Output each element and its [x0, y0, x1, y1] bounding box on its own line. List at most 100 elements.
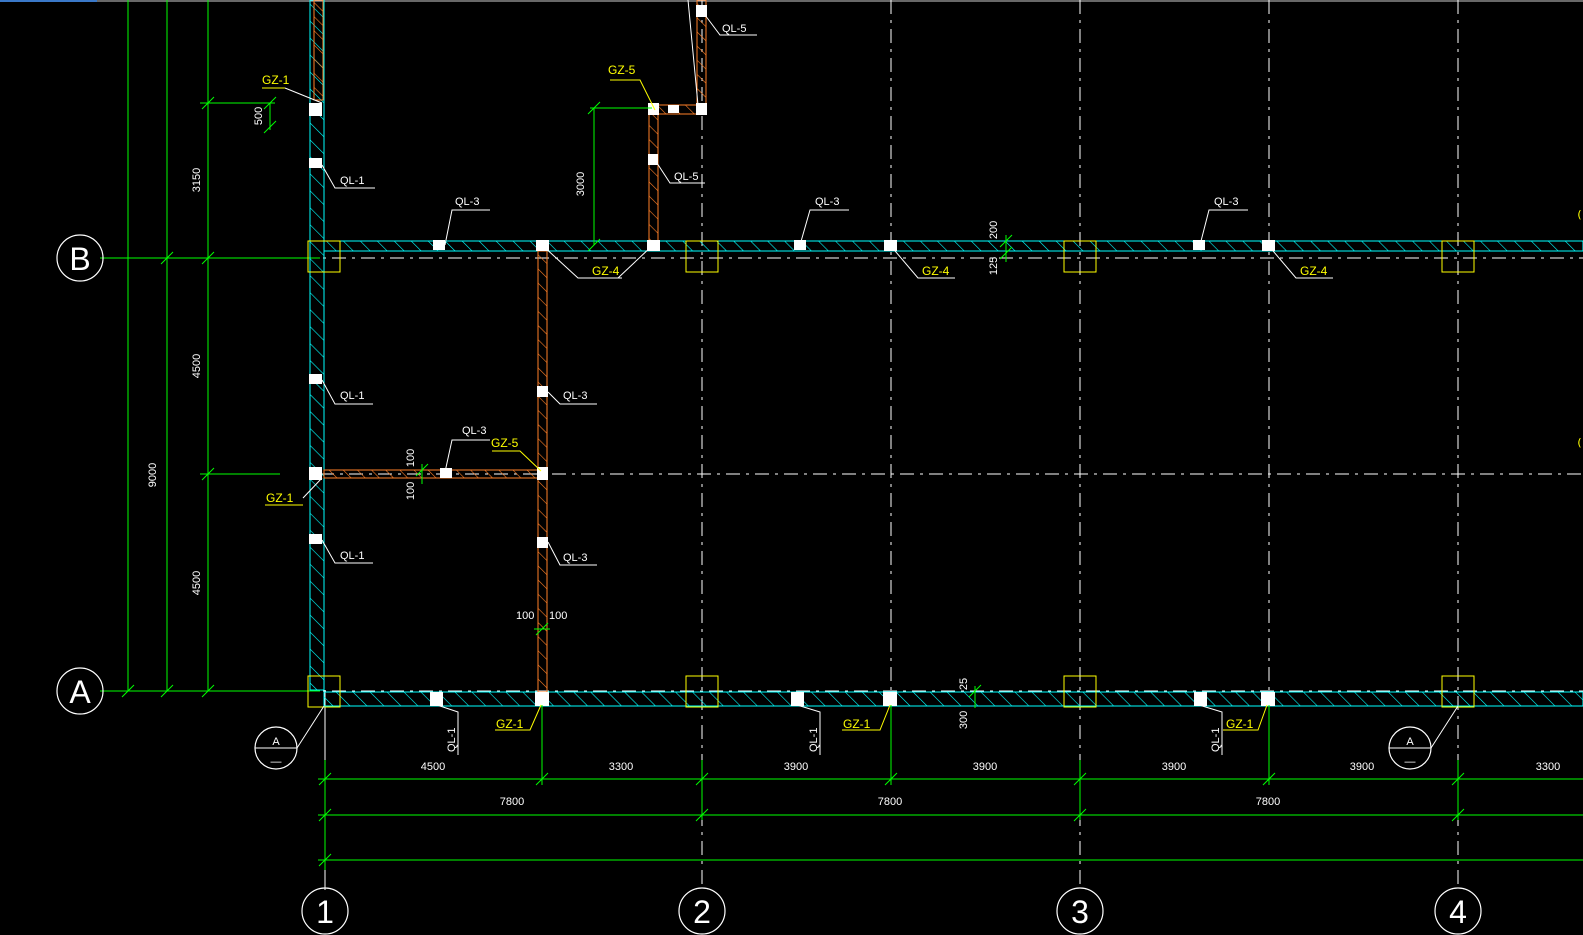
dim-200: 200: [988, 221, 1000, 239]
cad-drawing-canvas[interactable]: 3150 4500 4500 9000 500 B A 1 2 3 4 GZ-1…: [0, 0, 1583, 935]
label-ql3-5: QL-3: [563, 552, 587, 564]
block[interactable]: [537, 537, 548, 548]
white-blocks[interactable]: [309, 5, 1275, 706]
label-gz1-a1: GZ-1: [496, 717, 524, 731]
dim-bottom-3900a: 3900: [784, 761, 808, 773]
dim-bottom-3900b: 3900: [973, 761, 997, 773]
label-ql3-1: QL-3: [455, 196, 479, 208]
block[interactable]: [696, 103, 707, 115]
block[interactable]: [1193, 240, 1205, 250]
axis-bubble-B[interactable]: B: [56, 234, 104, 282]
label-gz5-mid: GZ-5: [491, 436, 519, 450]
label-gz1-a3: GZ-1: [1226, 717, 1254, 731]
wall-axis-B[interactable]: [323, 240, 1583, 252]
dim-bottom-7800b: 7800: [878, 796, 902, 808]
viewport-tab[interactable]: [0, 0, 97, 2]
dim-bottom-3300b: 3300: [1536, 761, 1560, 773]
dim-3000: 3000: [575, 172, 587, 196]
section-label-bottom: —: [1405, 756, 1416, 768]
label-ql3-4: QL-3: [563, 390, 587, 402]
label-ql1-c: QL-1: [340, 550, 364, 562]
label-gz1-a2: GZ-1: [843, 717, 871, 731]
label-ql5-mid: QL-5: [674, 171, 698, 183]
block[interactable]: [537, 386, 548, 397]
label-gz4-3: GZ-4: [1300, 264, 1328, 278]
block[interactable]: [648, 154, 658, 165]
label-ql3-3: QL-3: [1214, 196, 1238, 208]
axis-label-1: 1: [316, 894, 334, 930]
block[interactable]: [309, 534, 322, 544]
edge-fragment: (: [1576, 208, 1583, 221]
section-marker-left[interactable]: A —: [254, 705, 325, 770]
block[interactable]: [1194, 692, 1207, 706]
label-gz4-1: GZ-4: [592, 264, 620, 278]
label-ql1-v2: QL-1: [808, 728, 820, 752]
dim-100-c: 100: [516, 610, 534, 622]
label-ql1-v3: QL-1: [1210, 728, 1222, 752]
dim-300: 300: [958, 711, 970, 729]
block[interactable]: [791, 692, 804, 706]
label-gz1-left: GZ-1: [266, 491, 294, 505]
axis-bubble-2[interactable]: 2: [678, 887, 726, 935]
block[interactable]: [883, 692, 897, 706]
dim-100-b: 100: [405, 482, 417, 500]
block[interactable]: [309, 467, 322, 480]
section-label-bottom: —: [271, 756, 282, 768]
axis-label-A: A: [69, 674, 91, 710]
left-dimensions: [100, 0, 320, 698]
dim-bottom-7800a: 7800: [500, 796, 524, 808]
axis-label-3: 3: [1071, 894, 1089, 930]
label-ql1-a: QL-1: [340, 175, 364, 187]
dim-3150: 3150: [191, 168, 203, 192]
block[interactable]: [430, 692, 443, 706]
dim-125: 125: [988, 257, 1000, 275]
dim-500: 500: [253, 107, 265, 125]
dim-bottom-4500: 4500: [421, 761, 445, 773]
dim-bottom-7800c: 7800: [1256, 796, 1280, 808]
block[interactable]: [309, 158, 322, 168]
label-gz4-2: GZ-4: [922, 264, 950, 278]
axis-label-2: 2: [693, 894, 711, 930]
small-dims: [415, 101, 1013, 708]
dim-4500-lower: 4500: [191, 571, 203, 595]
wall-stub-vertical[interactable]: [648, 109, 659, 242]
label-ql3-6: QL-3: [462, 425, 486, 437]
label-gz1-top: GZ-1: [262, 73, 290, 87]
axis-bubble-A[interactable]: A: [56, 667, 104, 715]
wall-mid-horizontal[interactable]: [323, 469, 539, 479]
walls-new[interactable]: [313, 0, 707, 693]
section-marker-right[interactable]: A —: [1388, 705, 1459, 770]
label-ql3-2: QL-3: [815, 196, 839, 208]
section-label-top: A: [272, 736, 280, 748]
section-label-top: A: [1406, 736, 1414, 748]
dim-25: 25: [958, 678, 970, 690]
block[interactable]: [535, 692, 549, 706]
block[interactable]: [668, 105, 679, 113]
block[interactable]: [1261, 692, 1275, 706]
label-ql5-top: QL-5: [722, 23, 746, 35]
dim-bottom-3900d: 3900: [1350, 761, 1374, 773]
dim-100-d: 100: [549, 610, 567, 622]
dim-bottom-3900c: 3900: [1162, 761, 1186, 773]
label-ql1-b: QL-1: [340, 390, 364, 402]
block[interactable]: [309, 103, 322, 116]
axis-label-4: 4: [1449, 894, 1467, 930]
axis-label-B: B: [69, 241, 90, 277]
dim-100-a: 100: [405, 449, 417, 467]
label-gz5-top: GZ-5: [608, 63, 636, 77]
axis-bubble-3[interactable]: 3: [1056, 887, 1104, 935]
walls-existing[interactable]: [309, 0, 1583, 707]
dim-4500-upper: 4500: [191, 354, 203, 378]
axis-bubble-1[interactable]: 1: [301, 887, 349, 935]
leaders: [262, 14, 1333, 755]
dim-9000: 9000: [147, 463, 159, 487]
edge-fragment: (: [1576, 436, 1583, 449]
axis-bubble-4[interactable]: 4: [1434, 887, 1482, 935]
wall-top-left-strip[interactable]: [313, 0, 324, 101]
block[interactable]: [309, 374, 322, 384]
block[interactable]: [433, 240, 445, 250]
dim-bottom-3300a: 3300: [609, 761, 633, 773]
wall-axis-A[interactable]: [323, 691, 1583, 707]
label-ql1-v1: QL-1: [446, 728, 458, 752]
block[interactable]: [648, 103, 659, 115]
